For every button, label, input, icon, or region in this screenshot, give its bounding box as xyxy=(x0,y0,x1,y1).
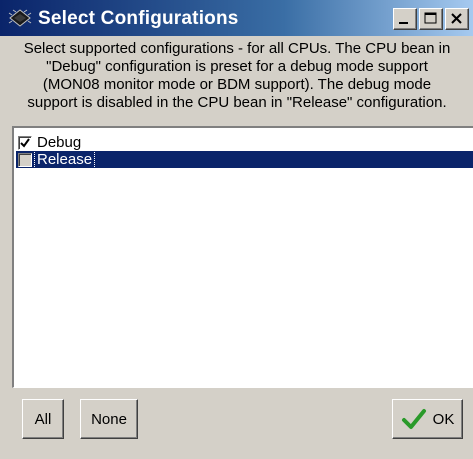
minimize-button[interactable] xyxy=(393,8,417,30)
configurations-list[interactable]: Debug Release xyxy=(12,126,473,388)
maximize-button[interactable] xyxy=(419,8,443,30)
ok-label: OK xyxy=(432,410,455,428)
window-title: Select Configurations xyxy=(38,8,239,29)
checkmark-icon xyxy=(401,408,427,430)
ok-button[interactable]: OK xyxy=(392,399,463,439)
select-configurations-dialog: Select Configurations Select supported c… xyxy=(0,0,473,459)
list-item-label: Release xyxy=(33,150,96,169)
list-item-debug[interactable]: Debug xyxy=(16,134,473,151)
list-item-label: Debug xyxy=(37,134,82,151)
description-line: (MON08 monitor mode or BDM support). The… xyxy=(42,76,432,93)
release-checkbox[interactable] xyxy=(18,152,32,167)
all-button[interactable]: All xyxy=(22,399,64,439)
description-line: support is disabled in the CPU bean in "… xyxy=(27,94,447,111)
title-bar[interactable]: Select Configurations xyxy=(0,0,473,36)
close-button[interactable] xyxy=(445,8,469,30)
none-button[interactable]: None xyxy=(80,399,138,439)
title-buttons xyxy=(393,8,469,30)
description-line: "Debug" configuration is preset for a de… xyxy=(46,58,428,75)
description-text: Select supported configurations - for al… xyxy=(4,40,470,112)
list-item-release[interactable]: Release xyxy=(16,150,473,169)
debug-checkbox[interactable] xyxy=(18,135,32,150)
description-line: Select supported configurations - for al… xyxy=(23,40,451,57)
cpu-chip-icon xyxy=(6,6,34,30)
